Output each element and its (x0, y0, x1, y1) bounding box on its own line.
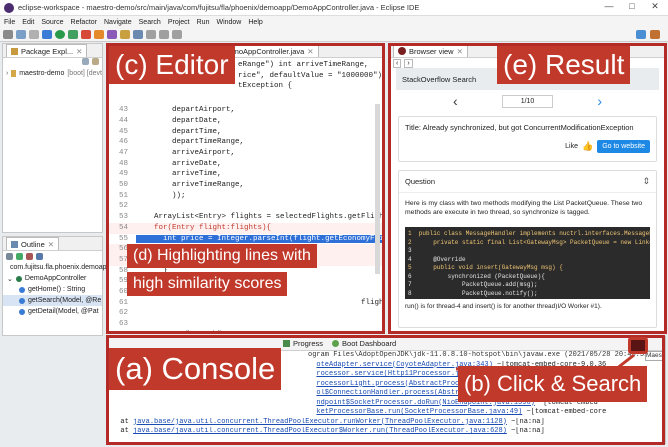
menu-bar: File Edit Source Refactor Navigate Search Proj… (0, 16, 668, 28)
link-editor-icon[interactable] (92, 58, 99, 65)
new-class-icon[interactable] (107, 30, 117, 39)
outline-item[interactable]: getHome() : String (3, 284, 102, 295)
result-overlay-label: (e) Result (497, 46, 631, 84)
tab-package-explorer[interactable]: Package Expl... ✕ (6, 44, 88, 57)
window-title: eclipse-workspace - maestro-demo/src/mai… (18, 3, 420, 12)
close-button[interactable]: ✕ (644, 1, 666, 12)
outline-item-label: DemoAppController (24, 275, 87, 282)
method-icon (19, 308, 25, 315)
hide-nonpublic-icon[interactable] (36, 253, 43, 260)
outline-item[interactable]: com.fujitsu.fla.phoenix.demoapp (3, 262, 110, 273)
new-icon[interactable] (3, 30, 13, 39)
sort-icon[interactable] (6, 253, 13, 260)
new-package-icon[interactable] (94, 30, 104, 39)
project-meta: [boot] [devt (67, 70, 102, 77)
hide-fields-icon[interactable] (16, 253, 23, 260)
outline-item-label: com.fujitsu.fla.phoenix.demoapp (10, 264, 111, 271)
outline-view: Outline ✕ com.fujitsu.fla.phoenix.demoap… (2, 236, 110, 336)
project-node[interactable]: › maestro-demo [boot] [devt (3, 68, 102, 79)
outline-item[interactable]: ⌄ DemoAppController (3, 273, 102, 284)
outline-item-label: getDetail(Model, @Pat (28, 308, 99, 315)
outline-item-label: getHome() : String (28, 286, 86, 293)
highlight-overlay-label-2: high similarity scores (127, 272, 288, 296)
method-icon (19, 286, 25, 293)
expand-arrow-icon[interactable]: ⌄ (7, 275, 13, 283)
forward-icon[interactable] (172, 30, 182, 39)
package-explorer-actions (3, 58, 102, 68)
maximize-button[interactable]: □ (621, 1, 643, 11)
menu-item-project[interactable]: Project (168, 19, 190, 26)
outline-actions (3, 251, 102, 262)
back-icon[interactable] (159, 30, 169, 39)
menu-item-file[interactable]: File (4, 19, 15, 26)
minimize-button[interactable]: — (598, 1, 620, 11)
folder-icon (11, 70, 17, 77)
menu-item-navigate[interactable]: Navigate (104, 19, 132, 26)
outline-item-label: getSearch(Model, @Re (28, 297, 102, 304)
toolbar (0, 28, 668, 42)
editor-overlay-label: (c) Editor (109, 46, 235, 84)
project-name: maestro-demo (19, 70, 65, 77)
class-icon (15, 275, 22, 282)
package-explorer-icon (11, 47, 18, 55)
outline-item[interactable]: getDetail(Model, @Pat (3, 306, 102, 317)
highlight-overlay-label-1: (d) Highlighting lines with (127, 244, 317, 268)
browser-highlight-frame (388, 43, 667, 334)
package-explorer-tabs: Package Expl... ✕ (3, 44, 102, 58)
search-icon[interactable] (133, 30, 143, 39)
debug-icon[interactable] (42, 30, 52, 39)
menu-item-run[interactable]: Run (197, 19, 210, 26)
save-icon[interactable] (16, 30, 26, 39)
print-icon[interactable] (29, 30, 39, 39)
run-icon[interactable] (55, 30, 65, 39)
maestro-search-button[interactable] (628, 337, 648, 354)
tab-outline[interactable]: Outline ✕ (6, 237, 60, 250)
menu-item-window[interactable]: Window (216, 19, 241, 26)
outline-icon (11, 240, 18, 248)
open-type-icon[interactable] (120, 30, 130, 39)
menu-item-edit[interactable]: Edit (22, 19, 34, 26)
close-tab-icon[interactable]: ✕ (76, 47, 82, 56)
next-annotation-icon[interactable] (146, 30, 156, 39)
package-explorer: Package Expl... ✕ › maestro-demo [boot] … (2, 43, 103, 233)
eclipse-logo-icon (4, 2, 14, 13)
outline-tree: com.fujitsu.fla.phoenix.demoapp ⌄ DemoAppC… (3, 262, 110, 317)
menu-item-help[interactable]: Help (248, 19, 262, 26)
method-icon (19, 297, 25, 304)
perspective-java-icon[interactable] (636, 30, 646, 39)
menu-item-refactor[interactable]: Refactor (71, 19, 97, 26)
coverage-icon[interactable] (68, 30, 78, 39)
console-overlay-label: (a) Console (109, 348, 282, 390)
hide-static-icon[interactable] (26, 253, 33, 260)
outline-tabs: Outline ✕ (3, 237, 102, 251)
expand-arrow-icon[interactable]: › (6, 70, 8, 77)
close-tab-icon[interactable]: ✕ (48, 240, 54, 249)
external-tools-icon[interactable] (81, 30, 91, 39)
menu-item-source[interactable]: Source (41, 19, 63, 26)
perspective-debug-icon[interactable] (650, 30, 660, 39)
menu-item-search[interactable]: Search (139, 19, 161, 26)
outline-item[interactable]: getSearch(Model, @Re (3, 295, 102, 306)
tab-label: Package Expl... (21, 46, 74, 56)
collapse-all-icon[interactable] (82, 58, 89, 65)
window-titlebar: eclipse-workspace - maestro-demo/src/mai… (0, 0, 668, 16)
tab-label: Outline (21, 239, 45, 249)
pointer-arrow-icon (456, 353, 635, 371)
